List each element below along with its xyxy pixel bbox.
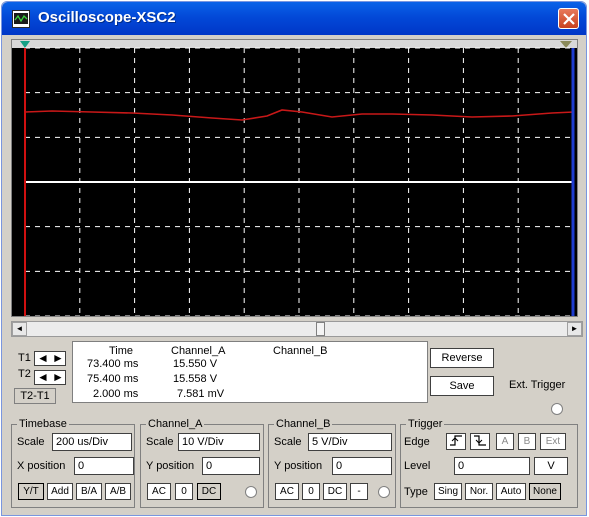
- trigger-a-button[interactable]: A: [496, 433, 514, 450]
- scroll-left-icon[interactable]: ◄: [12, 322, 27, 336]
- channel-b-dc-button[interactable]: DC: [323, 483, 347, 500]
- save-button[interactable]: Save: [430, 376, 494, 396]
- ext-trigger-label: Ext. Trigger: [509, 379, 566, 391]
- t1-channel-a: 15.550 V: [173, 358, 218, 370]
- t2-move-buttons[interactable]: ◄ ►: [34, 370, 66, 385]
- type-auto-button[interactable]: Auto: [496, 483, 526, 500]
- oscilloscope-icon: [12, 10, 30, 28]
- channel-a-dc-button[interactable]: DC: [197, 483, 221, 500]
- channel-a-ypos-label: Y position: [146, 460, 195, 472]
- trigger-ext-button[interactable]: Ext: [540, 433, 566, 450]
- t1-label: T1: [18, 352, 31, 364]
- timebase-legend: Timebase: [19, 418, 67, 430]
- channel-b-ypos-field[interactable]: 0: [332, 457, 392, 475]
- channel-b-zero-button[interactable]: 0: [302, 483, 320, 500]
- mode-yt-button[interactable]: Y/T: [18, 483, 44, 500]
- channel-b-legend: Channel_B: [276, 418, 331, 430]
- t2-label: T2: [18, 368, 31, 380]
- rising-edge-icon: [450, 435, 462, 446]
- trigger-level-field[interactable]: 0: [454, 457, 530, 475]
- type-none-button[interactable]: None: [529, 483, 561, 500]
- edge-label: Edge: [404, 436, 430, 448]
- scroll-thumb[interactable]: [316, 322, 325, 336]
- trigger-level-unit[interactable]: V: [534, 457, 568, 475]
- ext-trigger-terminal[interactable]: [551, 403, 563, 415]
- trigger-b-button[interactable]: B: [518, 433, 536, 450]
- type-label: Type: [404, 486, 428, 498]
- channel-a-legend: Channel_A: [148, 418, 203, 430]
- header-channel-b: Channel_B: [273, 345, 328, 357]
- scope-screen[interactable]: [12, 40, 577, 316]
- mode-ab-button[interactable]: A/B: [105, 483, 131, 500]
- channel-b-ypos-label: Y position: [274, 460, 323, 472]
- x-position-label: X position: [17, 460, 66, 472]
- trigger-legend: Trigger: [408, 418, 443, 430]
- time-scrollbar[interactable]: ◄ ►: [11, 321, 583, 337]
- type-normal-button[interactable]: Nor.: [465, 483, 493, 500]
- channel-a-zero-button[interactable]: 0: [175, 483, 193, 500]
- mode-add-button[interactable]: Add: [47, 483, 73, 500]
- t1-move-buttons[interactable]: ◄ ►: [34, 351, 66, 366]
- window-title: Oscilloscope-XSC2: [38, 9, 176, 26]
- channel-b-ac-button[interactable]: AC: [275, 483, 299, 500]
- channel-b-terminal[interactable]: [378, 486, 390, 498]
- t2-left-arrow-icon[interactable]: ◄: [37, 371, 49, 384]
- channel-a-scale-label: Scale: [146, 436, 174, 448]
- falling-edge-icon: [474, 435, 486, 446]
- rising-edge-button[interactable]: [446, 433, 466, 450]
- close-button[interactable]: [558, 8, 579, 29]
- scroll-right-icon[interactable]: ►: [567, 322, 582, 336]
- readout-table: Time Channel_A Channel_B 73.400 ms 15.55…: [72, 341, 428, 403]
- scope-display[interactable]: [11, 39, 578, 317]
- close-icon: [563, 13, 575, 25]
- t2-channel-a: 15.558 V: [173, 373, 218, 385]
- channel-a-terminal[interactable]: [245, 486, 257, 498]
- t1-time: 73.400 ms: [87, 358, 139, 370]
- header-channel-a: Channel_A: [171, 345, 226, 357]
- cursor-readout: T1 ◄ ► T2 ◄ ► T2-T1 Time Channel_A Chann…: [12, 340, 428, 404]
- title-bar[interactable]: Oscilloscope-XSC2: [2, 2, 586, 35]
- mode-ba-button[interactable]: B/A: [76, 483, 102, 500]
- t1-right-arrow-icon[interactable]: ►: [52, 352, 64, 365]
- channel-b-scale-field[interactable]: 5 V/Div: [308, 433, 392, 451]
- t1-left-arrow-icon[interactable]: ◄: [37, 352, 49, 365]
- t2-right-arrow-icon[interactable]: ►: [52, 371, 64, 384]
- falling-edge-button[interactable]: [470, 433, 490, 450]
- header-time: Time: [109, 345, 134, 357]
- delta-time: 2.000 ms: [93, 388, 139, 400]
- channel-a-scale-field[interactable]: 10 V/Div: [178, 433, 260, 451]
- channel-a-ypos-field[interactable]: 0: [202, 457, 260, 475]
- type-single-button[interactable]: Sing: [434, 483, 462, 500]
- timebase-scale-field[interactable]: 200 us/Div: [52, 433, 132, 451]
- channel-b-minus-button[interactable]: -: [350, 483, 368, 500]
- x-position-field[interactable]: 0: [74, 457, 134, 475]
- channel-a-ac-button[interactable]: AC: [147, 483, 171, 500]
- t2-time: 75.400 ms: [87, 373, 139, 385]
- timebase-scale-label: Scale: [17, 436, 45, 448]
- reverse-button[interactable]: Reverse: [430, 348, 494, 368]
- oscilloscope-window: Oscilloscope-XSC2 ◄ ► T1 ◄ ► T2 ◄ ► T2-T…: [1, 1, 587, 516]
- channel-b-scale-label: Scale: [274, 436, 302, 448]
- level-label: Level: [404, 460, 431, 472]
- delta-channel-a: 7.581 mV: [177, 388, 225, 400]
- t2-t1-label: T2-T1: [14, 388, 56, 404]
